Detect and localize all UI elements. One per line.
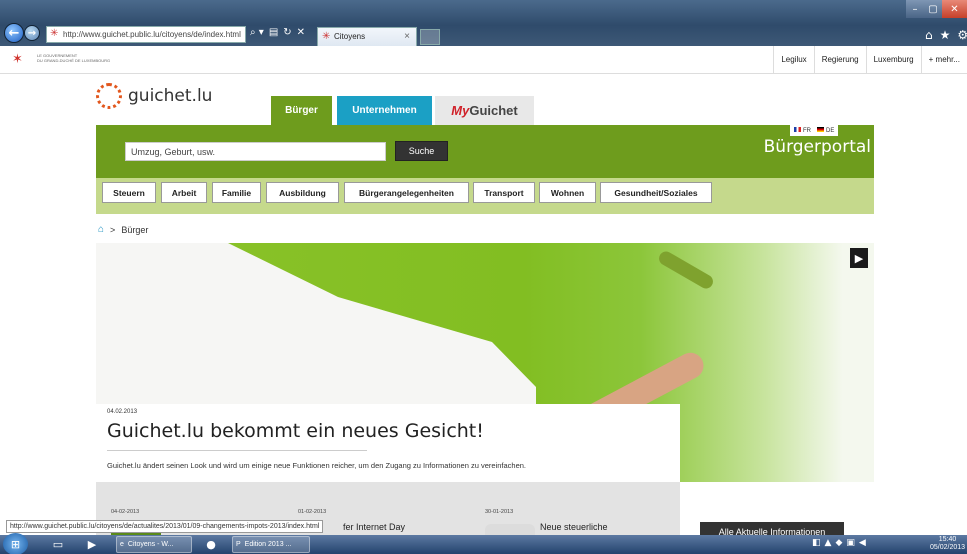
guichet-dots-icon [96,83,122,109]
compat-view-icon[interactable]: ▤ [269,27,278,43]
browser-toolbar: – ▢ ✕ ← → ✳ http://www.guichet.public.lu… [0,0,967,46]
hero-date: 04.02.2013 [107,409,138,415]
cat-gesundheit-soziales[interactable]: Gesundheit/Soziales [600,182,712,203]
tab-unternehmen[interactable]: Unternehmen [337,96,432,125]
breadcrumb: ⌂ > Bürger [98,224,148,235]
caption-divider [107,450,367,451]
hero-text: Guichet.lu ändert seinen Look und wird u… [107,461,527,470]
tab-buerger[interactable]: Bürger [271,96,332,125]
settings-gear-icon[interactable]: ⚙ [957,28,967,42]
flag-fr-icon [794,126,801,132]
link-mehr[interactable]: + mehr... [920,46,967,74]
tray-icon-1[interactable]: ◧ [812,538,821,548]
browser-tools: ⌂ ★ ⚙ [925,28,967,42]
address-controls: ⌕ ▾ ▤ ↻ ✕ [250,27,305,43]
cat-arbeit[interactable]: Arbeit [161,182,207,203]
government-bar: ✶ LE GOUVERNEMENT DU GRAND-DUCHÉ DE LUXE… [0,46,967,74]
tab-close-icon[interactable]: × [404,31,410,42]
site-favicon-icon: ✳ [50,28,59,39]
language-switcher: FR DE [790,124,839,136]
breadcrumb-separator: > [110,224,116,235]
news-date-3: 30-01-2013 [485,509,514,515]
link-luxemburg[interactable]: Luxemburg [865,46,921,74]
tab-myguichet[interactable]: My Guichet [435,96,534,125]
cat-buergerangelegenheiten[interactable]: Bürgerangelegenheiten [344,182,469,203]
news-date-2: 01-02-2013 [298,509,327,515]
cat-wohnen[interactable]: Wohnen [539,182,596,203]
tray-icon-3[interactable]: ◆ [835,538,842,548]
taskbar-ie[interactable]: e Citoyens - W... [116,536,192,553]
volume-icon[interactable]: ◀ [859,538,866,548]
flag-de-icon [817,126,824,132]
cat-ausbildung[interactable]: Ausbildung [266,182,339,203]
system-tray: ◧ ▲ ◆ ▣ ◀ [812,538,866,548]
search-dropdown-icon[interactable]: ⌕ ▾ [250,27,264,43]
breadcrumb-current: Bürger [121,224,149,235]
site-logo[interactable]: guichet.lu [96,83,212,109]
screen: – ▢ ✕ ← → ✳ http://www.guichet.public.lu… [0,0,967,554]
refresh-icon[interactable]: ↻ [283,27,291,43]
back-button[interactable]: ← [4,23,24,43]
taskbar: ⊞ ▭ ▶ e Citoyens - W... ● P Edition 2013… [0,533,967,554]
taskbar-publisher[interactable]: P Edition 2013 ... [232,536,310,553]
tray-icon-4[interactable]: ▣ [846,538,855,548]
paint-roller [656,248,716,292]
category-bar: Steuern Arbeit Familie Ausbildung Bürger… [96,178,874,214]
maximize-button[interactable]: ▢ [924,0,942,18]
tab-favicon-icon: ✳ [322,31,331,42]
lang-fr[interactable]: FR [794,126,811,134]
address-text: http://www.guichet.public.lu/citoyens/de… [63,30,241,39]
lion-logo-icon[interactable]: ✶ [12,53,23,66]
browser-tab[interactable]: ✳ Citoyens × [317,27,417,46]
media-player-icon[interactable]: ▶ [81,536,103,553]
home-icon[interactable]: ⌂ [98,224,104,235]
cat-steuern[interactable]: Steuern [102,182,156,203]
play-icon[interactable]: ▶ [850,248,868,268]
start-button[interactable]: ⊞ [3,533,28,554]
cat-transport[interactable]: Transport [473,182,535,203]
stop-icon[interactable]: ✕ [297,27,305,43]
government-name: LE GOUVERNEMENT DU GRAND-DUCHÉ DE LUXEMB… [37,53,111,63]
hero-white-wall [96,243,536,423]
status-url: http://www.guichet.public.lu/citoyens/de… [6,520,324,533]
new-tab-button[interactable] [420,29,440,45]
news-title-3[interactable]: Neue steuerliche [540,522,608,532]
clock[interactable]: 15:40 05/02/2013 [930,536,965,552]
network-icon[interactable]: ▲ [825,538,832,548]
hero-title[interactable]: Guichet.lu bekommt ein neues Gesicht! [107,420,484,442]
government-links: Legilux Regierung Luxemburg + mehr... [773,46,967,74]
home-icon[interactable]: ⌂ [925,28,933,42]
link-regierung[interactable]: Regierung [813,46,866,74]
forward-button[interactable]: → [24,25,40,41]
ie-icon: e [120,541,124,548]
link-legilux[interactable]: Legilux [773,46,813,74]
firefox-icon[interactable]: ● [200,536,222,553]
portal-title: Bürgerportal [763,137,871,157]
favorites-icon[interactable]: ★ [940,28,951,42]
hero-caption: 04.02.2013 Guichet.lu bekommt ein neues … [96,404,680,482]
news-date-1: 04-02-2013 [111,509,140,515]
publisher-icon: P [236,541,241,548]
lang-de[interactable]: DE [817,126,834,134]
tab-title: Citoyens [334,32,366,41]
address-bar[interactable]: ✳ http://www.guichet.public.lu/citoyens/… [46,26,246,43]
close-window-button[interactable]: ✕ [942,0,967,18]
search-band: Umzug, Geburt, usw. Suche FR DE Bürgerpo… [96,124,874,178]
explorer-icon[interactable]: ▭ [47,536,69,553]
search-input[interactable]: Umzug, Geburt, usw. [125,142,386,161]
cat-familie[interactable]: Familie [212,182,261,203]
search-button[interactable]: Suche [395,141,448,161]
minimize-button[interactable]: – [906,0,924,18]
news-title-2[interactable]: fer Internet Day [343,522,405,532]
